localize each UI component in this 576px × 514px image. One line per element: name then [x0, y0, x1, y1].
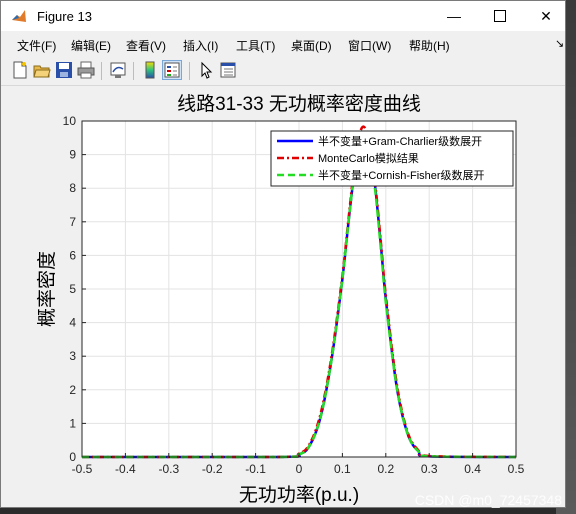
y-tick-label: 6	[69, 248, 76, 262]
menu-bar: 文件(F) 编辑(E) 查看(V) 插入(I) 工具(T) 桌面(D) 窗口(W…	[1, 33, 565, 57]
y-tick-label: 5	[69, 282, 76, 296]
x-tick-label: 0.2	[377, 462, 394, 476]
x-tick-label: -0.1	[245, 462, 266, 476]
close-button[interactable]: ✕	[523, 1, 569, 31]
csdn-watermark: CSDN @m0_72457348	[414, 492, 562, 508]
property-inspector-icon[interactable]	[219, 61, 237, 79]
x-tick-label: -0.5	[72, 462, 93, 476]
x-tick-label: 0.4	[464, 462, 481, 476]
y-tick-label: 1	[69, 416, 76, 430]
x-tick-label: -0.2	[202, 462, 223, 476]
close-icon: ✕	[540, 7, 552, 24]
dock-arrow-icon[interactable]: ↘	[555, 37, 564, 50]
y-tick-label: 2	[69, 383, 76, 397]
y-tick-label: 9	[69, 148, 76, 162]
menu-insert[interactable]: 插入(I)	[183, 37, 218, 54]
menu-file[interactable]: 文件(F)	[17, 37, 56, 54]
toolbar-separator	[133, 62, 134, 80]
maximize-button[interactable]	[477, 1, 523, 31]
x-tick-label: -0.3	[158, 462, 179, 476]
toolbar-separator	[189, 62, 190, 80]
y-tick-label: 10	[63, 114, 77, 128]
edit-plot-arrow-icon[interactable]	[197, 61, 215, 79]
minimize-button[interactable]: —	[431, 1, 477, 31]
window-title: Figure 13	[37, 9, 92, 24]
chart[interactable]: 线路31-33 无功概率密度曲线 -0.5 -0.4 -0.3 -0.2 -0.1 0 0.…	[9, 87, 558, 506]
menu-help[interactable]: 帮助(H)	[409, 37, 450, 54]
maximize-icon	[494, 10, 506, 22]
y-tick-label: 7	[69, 215, 76, 229]
legend[interactable]: 半不变量+Gram-Charlier级数展开 MonteCarlo模拟结果半不变量…	[270, 130, 514, 187]
menu-window[interactable]: 窗口(W)	[348, 37, 391, 54]
matlab-icon	[11, 8, 27, 24]
x-axis-label: 无功功率(p.u.)	[239, 484, 359, 505]
minimize-icon: —	[447, 8, 461, 24]
new-figure-icon[interactable]	[11, 61, 29, 79]
toolbar	[1, 57, 565, 86]
x-tick-label: 0.5	[508, 462, 525, 476]
legend-entry: 半不变量+Gram-Charlier级数展开	[318, 134, 482, 148]
menu-tools[interactable]: 工具(T)	[236, 37, 275, 54]
x-tick-label: 0.3	[421, 462, 438, 476]
x-tick-label: 0	[296, 462, 303, 476]
legend-entry: 半不变量+Cornish-Fisher级数展开	[318, 168, 485, 182]
chart-title: 线路31-33 无功概率密度曲线	[177, 93, 421, 115]
print-icon[interactable]	[77, 61, 95, 79]
x-tick-label: -0.4	[115, 462, 136, 476]
x-tick-label: 0.1	[334, 462, 351, 476]
toolbar-separator	[101, 62, 102, 80]
figure-canvas: 线路31-33 无功概率密度曲线 -0.5 -0.4 -0.3 -0.2 -0.1 0 0.…	[9, 87, 558, 506]
figure-window: Figure 13 — ✕ 文件(F) 编辑(E) 查看(V) 插入(I) 工具…	[0, 0, 566, 508]
legend-entry: MonteCarlo模拟结果	[318, 151, 419, 165]
link-plot-icon[interactable]	[109, 61, 127, 79]
save-icon[interactable]	[55, 61, 73, 79]
y-tick-label: 8	[69, 181, 76, 195]
insert-colorbar-icon[interactable]	[141, 61, 159, 79]
menu-edit[interactable]: 编辑(E)	[71, 37, 111, 54]
title-bar: Figure 13 — ✕	[1, 1, 565, 31]
y-tick-label: 3	[69, 349, 76, 363]
y-tick-label: 0	[69, 450, 76, 464]
menu-view[interactable]: 查看(V)	[126, 37, 166, 54]
y-tick-label: 4	[69, 316, 76, 330]
insert-legend-icon[interactable]	[162, 60, 182, 80]
menu-desktop[interactable]: 桌面(D)	[291, 37, 332, 54]
y-axis-label: 概率密度	[36, 251, 58, 327]
open-file-icon[interactable]	[33, 61, 51, 79]
